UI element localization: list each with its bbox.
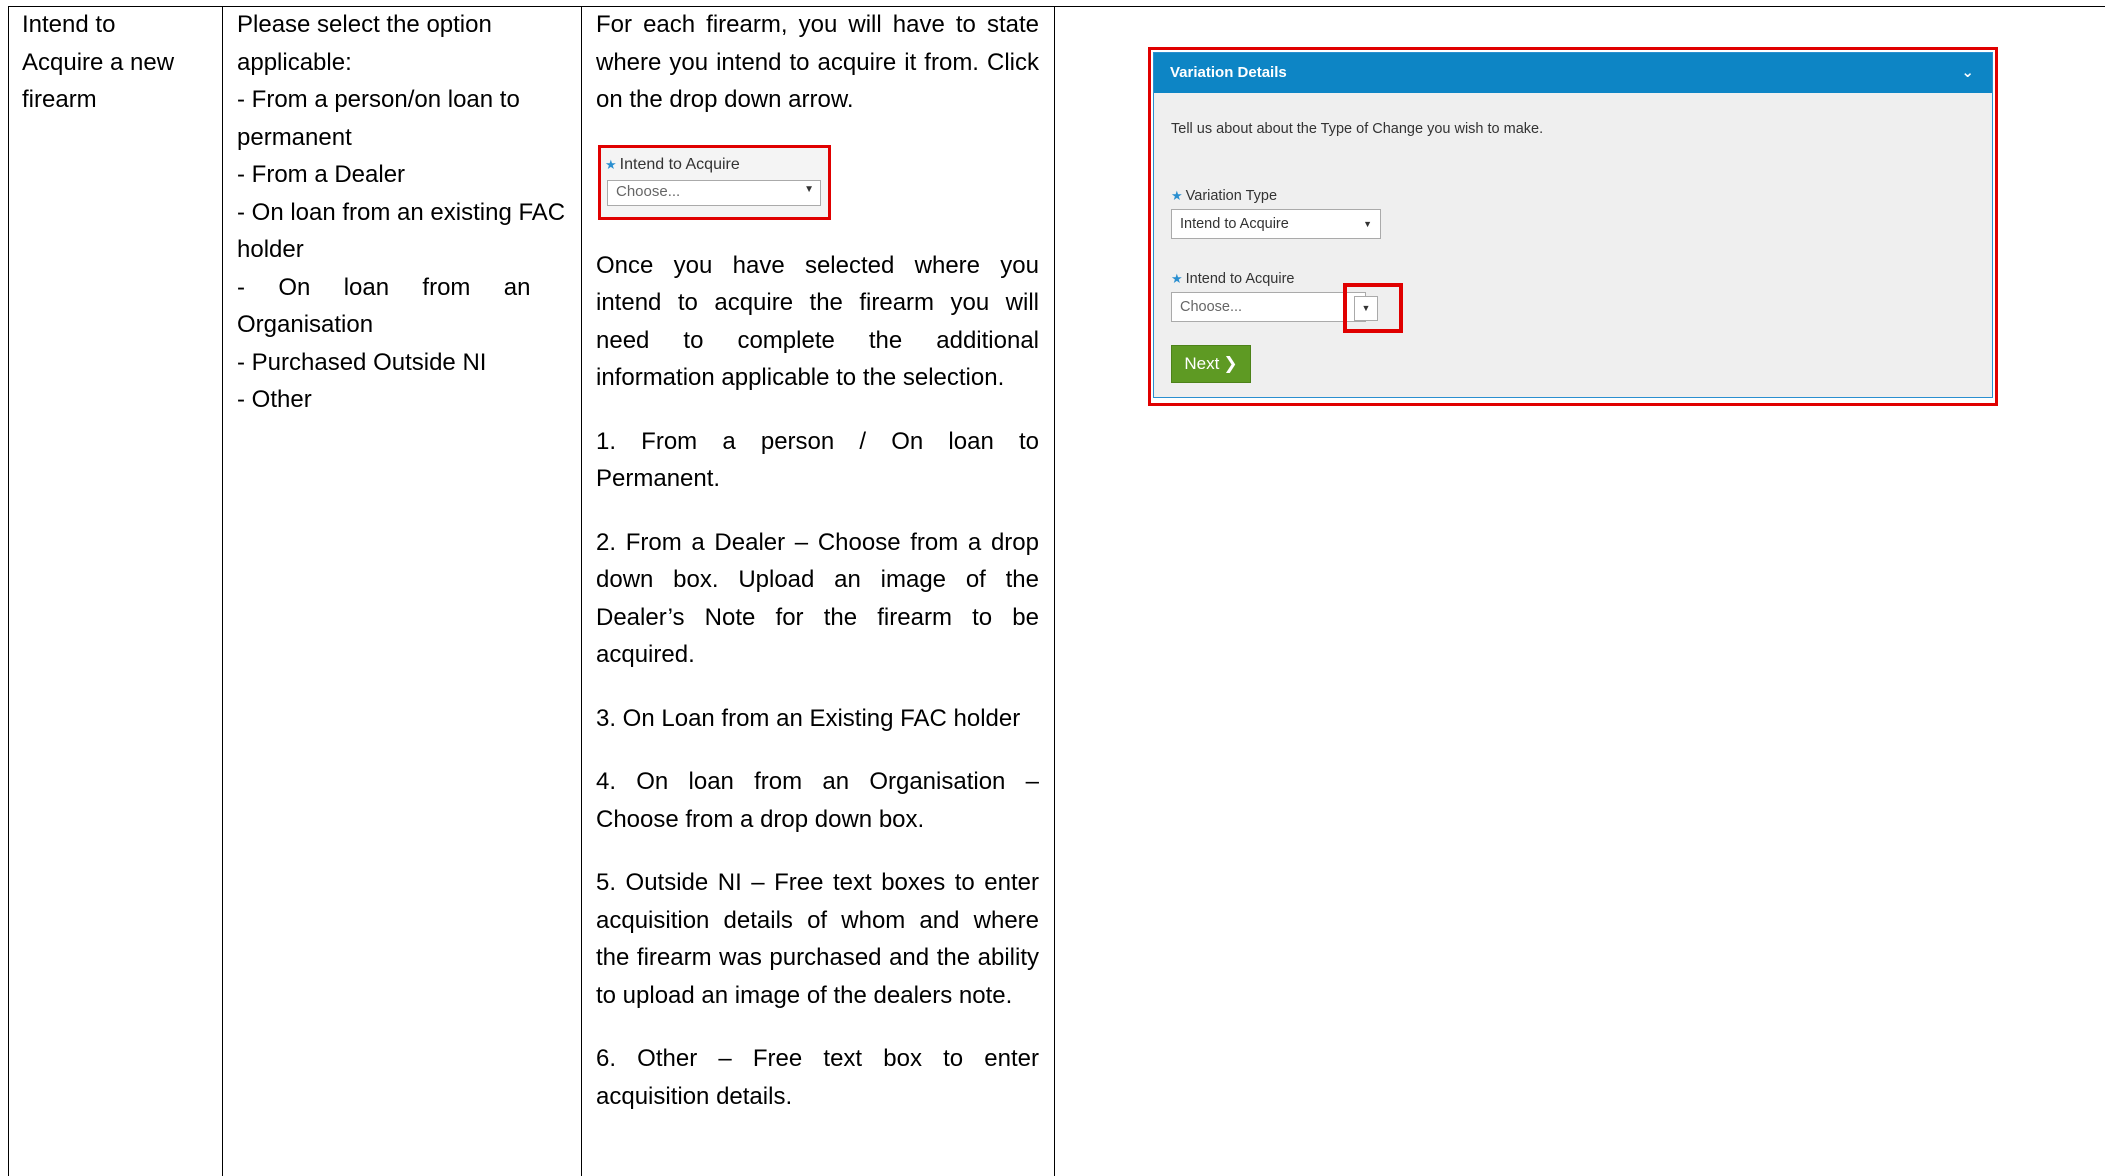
instruction-paragraph: 2. From a Dealer – Choose from a drop do…: [596, 528, 1039, 669]
cell-line: Acquire a new: [22, 48, 175, 76]
option-line: - On loan from an existing FAC: [237, 198, 566, 226]
snippet-select[interactable]: Choose... ▼: [607, 180, 821, 206]
intend-to-acquire-label-text: Intend to Acquire: [1185, 271, 1295, 287]
option-line: permanent: [237, 123, 352, 151]
variation-type-label-text: Variation Type: [1185, 188, 1278, 204]
option-line: - Purchased Outside NI: [237, 348, 487, 376]
required-star-icon: ★: [1171, 188, 1183, 203]
instruction-paragraph: Once you have selected where you intend …: [596, 251, 1039, 392]
instruction-paragraph: 5. Outside NI – Free text boxes to enter…: [596, 869, 1039, 1009]
variation-type-select[interactable]: Intend to Acquire ▼: [1171, 209, 1381, 239]
caret-down-icon: ▼: [1363, 219, 1372, 229]
next-button[interactable]: Next ❯: [1171, 345, 1251, 383]
instruction-paragraph: For each firearm, you will have to state…: [596, 11, 1039, 113]
snippet-select-value: Choose...: [616, 183, 681, 200]
instruction-paragraph: 1. From a person / On loan to Permanent.: [596, 427, 1039, 493]
column-divider-2: [581, 6, 582, 1176]
chevron-right-icon: ❯: [1223, 354, 1238, 373]
chevron-down-icon[interactable]: ⌄: [1961, 53, 1974, 93]
intend-to-acquire-value: Choose...: [1180, 299, 1243, 315]
options-intro-line: Please select the option: [237, 11, 492, 38]
dropdown-arrow-highlight: [1343, 283, 1403, 333]
snippet-label: ★ Intend to Acquire: [605, 156, 740, 174]
panel-title: Variation Details: [1170, 64, 1287, 81]
variation-type-label: ★ Variation Type: [1171, 188, 1277, 204]
variation-type-value: Intend to Acquire: [1180, 216, 1289, 232]
intend-to-acquire-label: ★ Intend to Acquire: [1171, 271, 1294, 287]
instruction-paragraph: 3. On Loan from an Existing FAC holder: [596, 704, 1021, 732]
cell-line: firearm: [22, 86, 97, 113]
option-line: Organisation: [237, 311, 374, 338]
panel-intro: Tell us about about the Type of Change y…: [1171, 121, 1544, 137]
caret-down-icon: ▼: [804, 184, 814, 195]
cell-change-type: Intend to Acquire a new firearm: [22, 6, 212, 119]
instruction-paragraph: 6. Other – Free text box to enter acquis…: [596, 1045, 1039, 1110]
table-border-left: [8, 6, 9, 1176]
option-line: - From a person/on loan to: [237, 86, 520, 113]
option-line: - On loan from an: [237, 273, 531, 301]
cell-options: Please select the option applicable: - F…: [237, 6, 569, 419]
options-intro-line: applicable:: [237, 48, 352, 76]
next-button-label: Next: [1184, 354, 1220, 373]
required-star-icon: ★: [605, 157, 617, 172]
required-star-icon: ★: [1171, 271, 1183, 286]
option-line: - From a Dealer: [237, 161, 406, 188]
variation-details-panel: Variation Details ⌄ Tell us about about …: [1153, 52, 1993, 398]
option-line: - Other: [237, 386, 312, 413]
instruction-paragraph: 4. On loan from an Organisation – Choose…: [596, 768, 1039, 833]
intend-to-acquire-snippet: ★ Intend to Acquire Choose... ▼: [598, 145, 831, 220]
column-divider-3: [1054, 6, 1055, 1176]
snippet-label-text: Intend to Acquire: [619, 156, 740, 173]
column-divider-1: [222, 6, 223, 1176]
panel-header[interactable]: Variation Details ⌄: [1154, 53, 1992, 93]
intend-to-acquire-select[interactable]: Choose...: [1171, 292, 1366, 322]
option-line: holder: [237, 236, 304, 263]
cell-line: Intend to: [22, 11, 116, 38]
